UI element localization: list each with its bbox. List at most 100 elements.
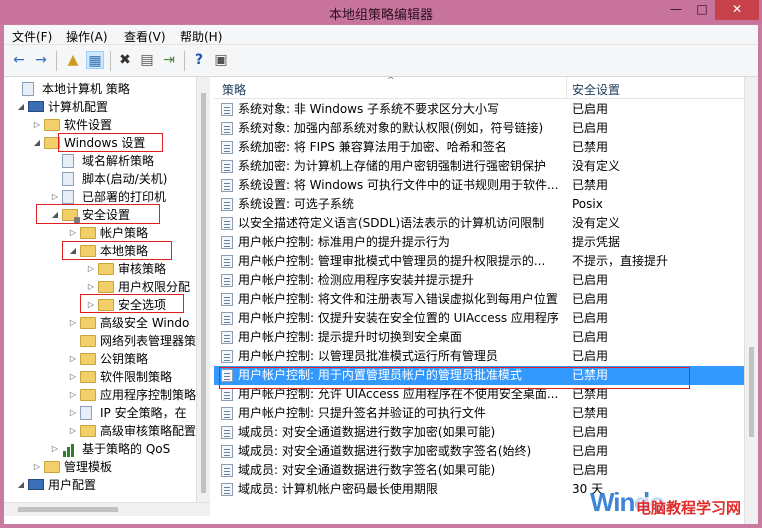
policy-setting-value: 已启用: [572, 121, 609, 135]
toolbar-separator: [184, 51, 185, 71]
policy-row[interactable]: 系统对象: 非 Windows 子系统不要求区分大小写 已启用: [214, 100, 744, 119]
tree-horizontal-scrollbar-thumb[interactable]: [18, 507, 118, 512]
column-header-policy[interactable]: 策略: [222, 81, 246, 98]
collapse-icon[interactable]: ◢: [32, 134, 42, 152]
policy-row[interactable]: 用户帐户控制: 提示提升时切换到安全桌面 已启用: [214, 328, 744, 347]
toolbar: ← → ▲ ▦ ✖ ▤ ⇥ ? ▣: [4, 45, 758, 77]
close-button[interactable]: ✕: [715, 0, 759, 20]
expand-icon[interactable]: ▷: [68, 368, 78, 386]
properties-icon[interactable]: ▤: [138, 51, 156, 69]
policy-row[interactable]: 系统设置: 将 Windows 可执行文件中的证书规则用于软件... 已禁用: [214, 176, 744, 195]
tree-item-label: 高级安全 Windo: [100, 316, 190, 330]
menu-view[interactable]: 查看(V): [120, 28, 170, 45]
back-icon[interactable]: ←: [10, 51, 28, 69]
policy-item-icon: [221, 388, 233, 401]
policy-name: 用户帐户控制: 管理审批模式中管理员的提升权限提示的...: [238, 254, 546, 268]
collapse-icon[interactable]: ◢: [16, 98, 26, 116]
menu-file[interactable]: 文件(F): [8, 28, 56, 45]
policy-row[interactable]: 系统加密: 将 FIPS 兼容算法用于加密、哈希和签名 已禁用: [214, 138, 744, 157]
policy-row[interactable]: 用户帐户控制: 以管理员批准模式运行所有管理员 已启用: [214, 347, 744, 366]
tree-item-label: 用户配置: [48, 478, 97, 492]
policy-name: 域成员: 计算机帐户密码最长使用期限: [238, 482, 438, 496]
policy-item-icon: [221, 483, 233, 496]
tree-scrollbar-thumb[interactable]: [201, 93, 206, 493]
expand-icon[interactable]: ▷: [68, 422, 78, 440]
policy-row[interactable]: 域成员: 对安全通道数据进行数字加密或数字签名(始终) 已启用: [214, 442, 744, 461]
policy-row[interactable]: 用户帐户控制: 只提升签名并验证的可执行文件 已禁用: [214, 404, 744, 423]
tree-item-label: 管理模板: [64, 460, 113, 474]
policy-row[interactable]: 以安全描述符定义语言(SDDL)语法表示的计算机访问限制 没有定义: [214, 214, 744, 233]
policy-item-icon: [221, 426, 233, 439]
tree-item-label: 高级审核策略配置: [100, 424, 197, 438]
watermark-site-name: 电脑教程学习网: [636, 497, 742, 518]
chart-bar-glyph: [63, 451, 66, 457]
policy-row[interactable]: 用户帐户控制: 仅提升安装在安全位置的 UIAccess 应用程序 已启用: [214, 309, 744, 328]
folder-icon: [80, 353, 96, 365]
policy-setting-value: 已启用: [572, 444, 609, 458]
expand-icon[interactable]: ▷: [32, 458, 42, 476]
up-folder-icon[interactable]: ▲: [64, 51, 82, 69]
filter-icon[interactable]: ▣: [212, 51, 230, 69]
folder-icon: [80, 425, 96, 437]
policy-row[interactable]: 用户帐户控制: 管理审批模式中管理员的提升权限提示的... 不提示，直接提升: [214, 252, 744, 271]
menu-help[interactable]: 帮助(H): [176, 28, 226, 45]
tree-item-label: 软件设置: [64, 118, 113, 132]
policy-row[interactable]: 系统加密: 为计算机上存储的用户密钥强制进行强密钥保护 没有定义: [214, 157, 744, 176]
folder-icon: [98, 263, 114, 275]
policy-setting-value: 已启用: [572, 311, 609, 325]
minimize-button[interactable]: —: [663, 0, 689, 20]
highlight-box: [219, 367, 690, 389]
help-icon[interactable]: ?: [190, 51, 208, 69]
policy-row[interactable]: 域成员: 对安全通道数据进行数字签名(如果可能) 已启用: [214, 461, 744, 480]
expand-icon[interactable]: ▷: [68, 350, 78, 368]
expand-icon[interactable]: ▷: [32, 116, 42, 134]
policy-row[interactable]: 用户帐户控制: 将文件和注册表写入错误虚拟化到每用户位置 已启用: [214, 290, 744, 309]
policy-name: 用户帐户控制: 检测应用程序安装并提示提升: [238, 273, 474, 287]
policy-name: 域成员: 对安全通道数据进行数字签名(如果可能): [238, 463, 496, 477]
expand-icon[interactable]: ▷: [68, 314, 78, 332]
export-list-icon[interactable]: ⇥: [160, 51, 178, 69]
policy-row[interactable]: 用户帐户控制: 检测应用程序安装并提示提升 已启用: [214, 271, 744, 290]
title-bar[interactable]: 本地组策略编辑器 — □ ✕: [0, 0, 762, 24]
column-header-setting[interactable]: 安全设置: [572, 81, 620, 98]
expand-icon[interactable]: ▷: [50, 440, 60, 458]
policy-row[interactable]: 系统对象: 加强内部系统对象的默认权限(例如，符号链接) 已启用: [214, 119, 744, 138]
policy-item-icon: [221, 217, 233, 230]
maximize-button[interactable]: □: [689, 0, 715, 20]
policy-document-icon: [62, 154, 74, 168]
toolbar-separator: [110, 51, 111, 71]
tree-item-label: 审核策略: [118, 262, 167, 276]
policy-item-icon: [221, 198, 233, 211]
policy-document-icon: [80, 406, 92, 420]
policy-name: 系统对象: 非 Windows 子系统不要求区分大小写: [238, 102, 500, 116]
forward-icon[interactable]: →: [32, 51, 50, 69]
policy-name: 用户帐户控制: 仅提升安装在安全位置的 UIAccess 应用程序: [238, 311, 559, 325]
expand-icon[interactable]: ▷: [68, 404, 78, 422]
policy-document-icon: [62, 172, 74, 186]
expand-icon[interactable]: ▷: [68, 224, 78, 242]
policy-row[interactable]: 域成员: 对安全通道数据进行数字加密(如果可能) 已启用: [214, 423, 744, 442]
policy-setting-value: 已启用: [572, 425, 609, 439]
policy-item-icon: [221, 160, 233, 173]
policy-setting-value: 已禁用: [572, 178, 609, 192]
expand-icon[interactable]: ▷: [68, 386, 78, 404]
policy-item-icon: [221, 445, 233, 458]
expand-icon[interactable]: ▷: [86, 260, 96, 278]
delete-icon[interactable]: ✖: [116, 51, 134, 69]
tree-item-label: 应用程序控制策略: [100, 388, 197, 402]
show-tree-icon[interactable]: ▦: [86, 51, 104, 69]
list-scrollbar[interactable]: [744, 77, 758, 524]
highlight-box: [58, 133, 163, 152]
folder-icon: [80, 335, 96, 347]
collapse-icon[interactable]: ◢: [16, 476, 26, 494]
list-scrollbar-thumb[interactable]: [749, 347, 754, 437]
policy-row[interactable]: 系统设置: 可选子系统 Posix: [214, 195, 744, 214]
column-divider[interactable]: [566, 77, 567, 99]
folder-icon: [80, 389, 96, 401]
menu-action[interactable]: 操作(A): [62, 28, 112, 45]
policy-setting-value: 没有定义: [572, 159, 621, 173]
policy-document-icon: [22, 82, 34, 96]
tree-pane: 本地计算机 策略 ◢ 计算机配置 ▷ 软件设置 ◢ Windows 设置 域名解析策略 脚本(启…: [4, 77, 210, 502]
policy-row[interactable]: 用户帐户控制: 标准用户的提升提示行为 提示凭据: [214, 233, 744, 252]
tree-item-label: 帐户策略: [100, 226, 149, 240]
